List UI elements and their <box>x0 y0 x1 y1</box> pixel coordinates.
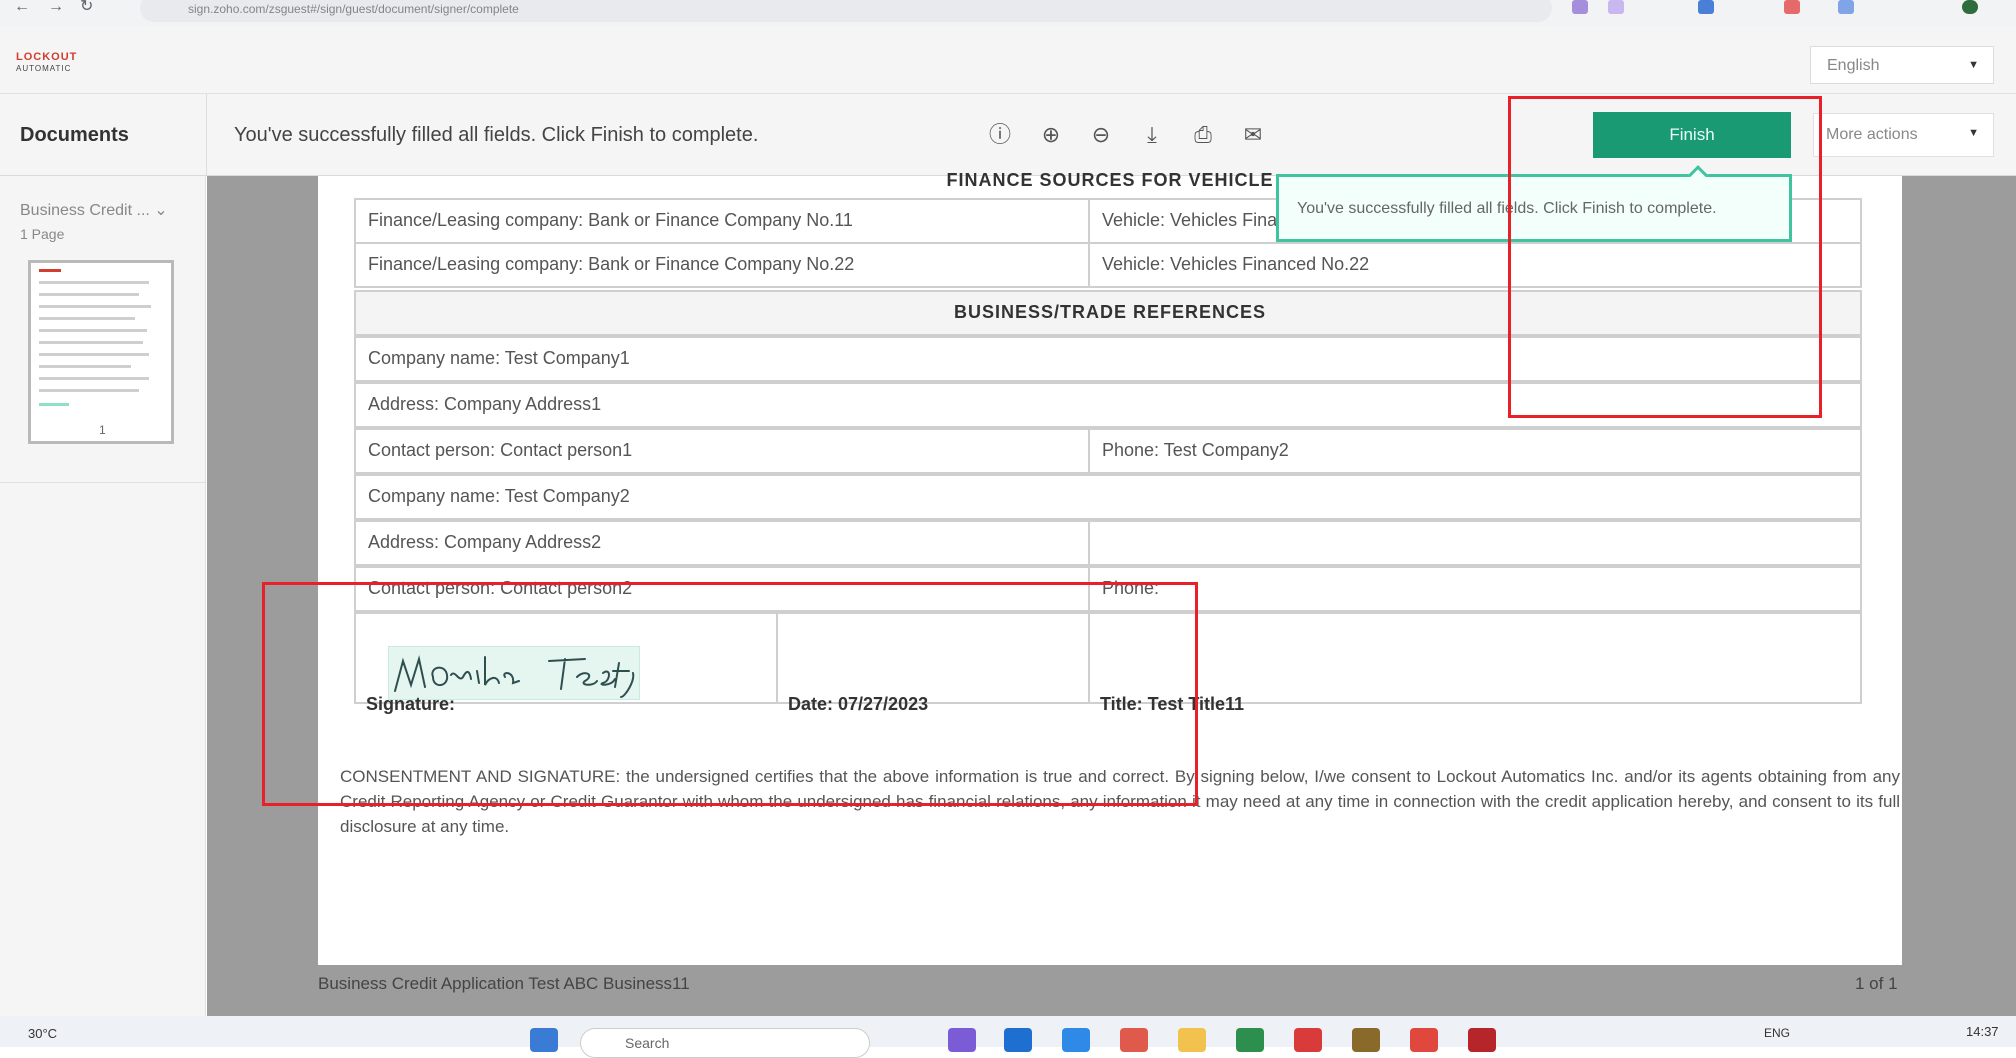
table-row: Address: Company Address2 <box>354 520 1862 566</box>
sidebar-document-title[interactable]: Business Credit ... ⌄ <box>20 200 168 220</box>
chevron-down-icon[interactable]: ⌄ <box>154 202 167 219</box>
documents-heading: Documents <box>20 124 129 146</box>
company-name-cell: Company name: Test Company2 <box>368 486 630 506</box>
table-row: Contact person: Contact person1 Phone: T… <box>354 428 1862 474</box>
browser-icon[interactable] <box>1236 1028 1264 1052</box>
extension-icon[interactable] <box>1608 0 1624 14</box>
address-cell: Address: Company Address2 <box>368 532 602 552</box>
app-icon[interactable] <box>1120 1028 1148 1052</box>
phone-cell: Phone: Test Company2 <box>1102 440 1289 460</box>
finance-company-cell: Finance/Leasing company: Bank or Finance… <box>368 254 855 274</box>
thumbnail-page-number: 1 <box>99 423 106 437</box>
reload-icon[interactable]: ↻ <box>80 0 93 15</box>
zoom-out-icon[interactable]: ⊖ <box>1088 122 1114 148</box>
language-value: English <box>1827 57 1880 74</box>
download-icon[interactable]: ⤓ <box>1139 122 1165 148</box>
highlight-box-finish <box>1508 96 1822 418</box>
os-taskbar: 30°C Search ENG 14:37 <box>0 1016 2016 1058</box>
info-icon[interactable]: ⓘ <box>987 122 1013 148</box>
company-logo: LOCKOUT AUTOMATIC <box>16 50 88 80</box>
app-header: LOCKOUT AUTOMATIC English ▼ <box>0 26 2016 94</box>
more-actions-dropdown[interactable]: More actions ▼ <box>1813 113 1994 157</box>
weather-widget[interactable]: 30°C <box>28 1026 57 1041</box>
company-name-cell: Company name: Test Company1 <box>368 348 630 368</box>
extension-icon[interactable] <box>1572 0 1588 14</box>
contact-person-cell: Contact person: Contact person1 <box>368 440 633 460</box>
profile-avatar[interactable] <box>1962 0 1978 14</box>
app-icon[interactable] <box>948 1028 976 1052</box>
address-cell: Address: Company Address1 <box>368 394 602 414</box>
mail-icon[interactable]: ✉ <box>1240 122 1266 148</box>
taskbar-search[interactable]: Search <box>580 1028 870 1058</box>
forward-icon[interactable]: → <box>48 0 64 15</box>
extension-icon[interactable] <box>1698 0 1714 14</box>
extension-icon[interactable] <box>1838 0 1854 14</box>
page-indicator: 1 of 1 <box>1855 974 1898 993</box>
app-icon[interactable] <box>1352 1028 1380 1052</box>
finance-company-cell: Finance/Leasing company: Bank or Finance… <box>368 210 853 230</box>
highlight-box-signature <box>262 582 1198 806</box>
vehicle-cell: Vehicle: Vehicles Financed No.22 <box>1102 254 1370 274</box>
chevron-down-icon: ▼ <box>1968 127 1979 139</box>
address-bar[interactable]: sign.zoho.com/zsguest#/sign/guest/docume… <box>140 0 1552 22</box>
print-icon[interactable]: ⎙ <box>1190 122 1216 148</box>
app-icon[interactable] <box>1062 1028 1090 1052</box>
documents-sidebar: Business Credit ... ⌄ 1 Page 1 <box>0 176 206 1016</box>
browser-toolbar: ← → ↻ sign.zoho.com/zsguest#/sign/guest/… <box>0 0 2016 26</box>
app-icon[interactable] <box>1410 1028 1438 1052</box>
app-icon[interactable] <box>1294 1028 1322 1052</box>
sidebar-document-name: Business Credit ... <box>20 202 150 219</box>
chevron-down-icon: ▼ <box>1968 59 1979 71</box>
divider <box>206 94 207 176</box>
extension-icon[interactable] <box>1784 0 1800 14</box>
language-indicator[interactable]: ENG <box>1764 1026 1790 1040</box>
logo-line1: LOCKOUT <box>16 51 78 63</box>
folder-icon[interactable] <box>1178 1028 1206 1052</box>
page-footer-title: Business Credit Application Test ABC Bus… <box>318 974 690 993</box>
zoom-in-icon[interactable]: ⊕ <box>1038 122 1064 148</box>
app-icon[interactable] <box>1004 1028 1032 1052</box>
back-icon[interactable]: ← <box>14 0 30 15</box>
page-thumbnail[interactable]: 1 <box>28 260 174 444</box>
language-select[interactable]: English ▼ <box>1810 46 1994 84</box>
divider <box>0 482 206 483</box>
taskbar-clock[interactable]: 14:37 <box>1966 1024 1999 1039</box>
sidebar-page-count: 1 Page <box>20 226 65 242</box>
more-actions-label: More actions <box>1826 126 1918 143</box>
status-message: You've successfully filled all fields. C… <box>234 124 759 146</box>
table-row: Company name: Test Company2 <box>354 474 1862 520</box>
app-icon[interactable] <box>1468 1028 1496 1052</box>
start-icon[interactable] <box>530 1028 558 1052</box>
logo-line2: AUTOMATIC <box>16 64 72 73</box>
